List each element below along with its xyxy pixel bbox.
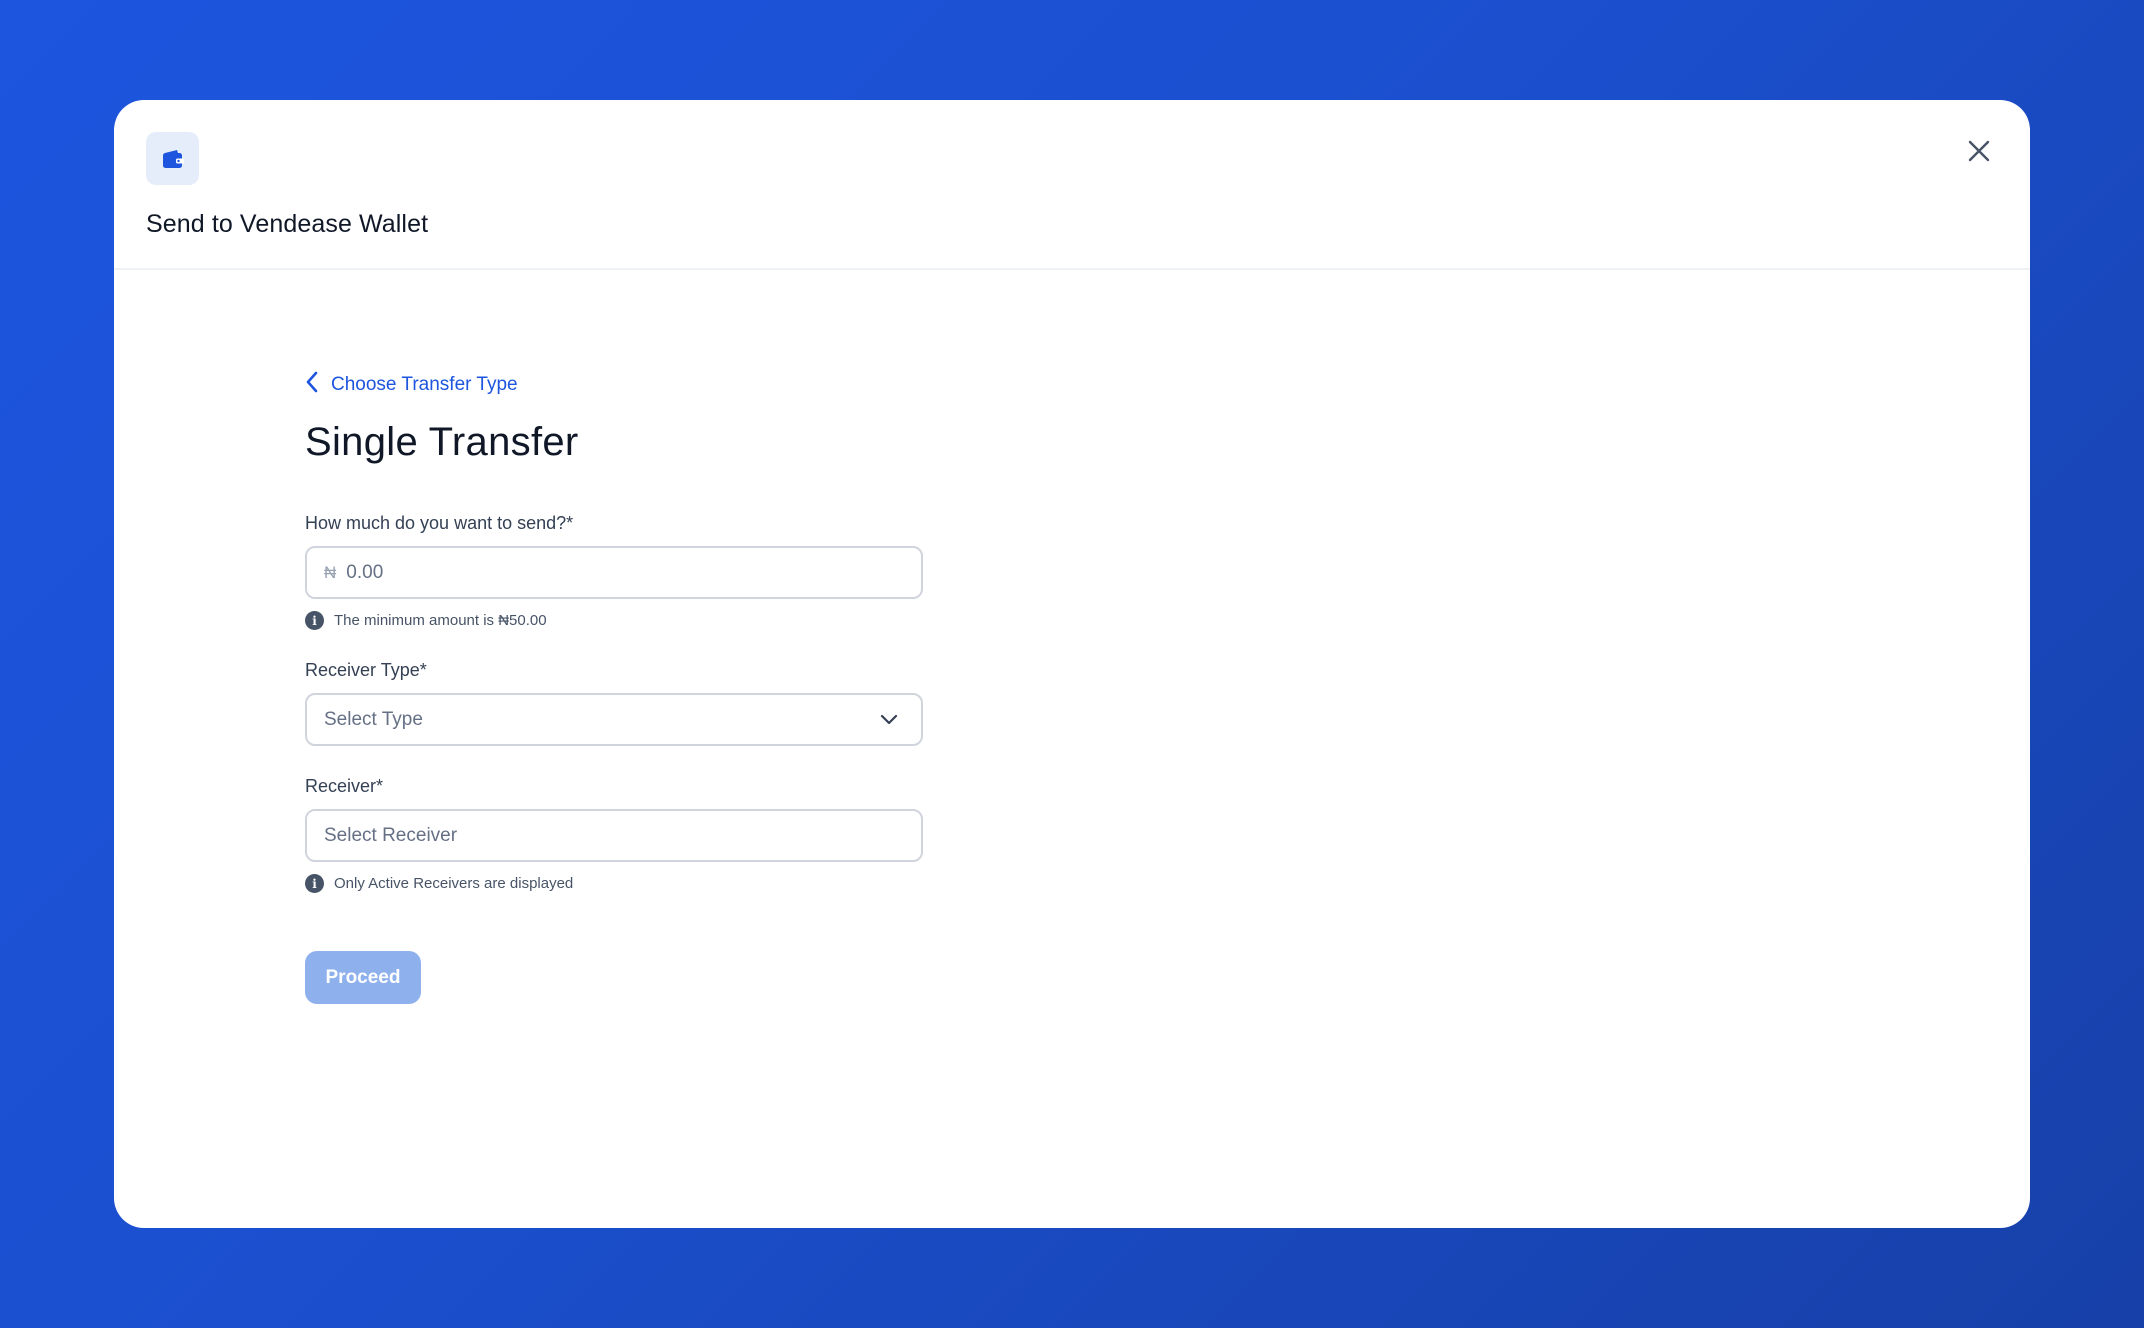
receiver-hint-text: Only Active Receivers are displayed	[334, 875, 574, 892]
send-wallet-modal: Send to Vendease Wallet Choose Transfer …	[114, 100, 2030, 1228]
receiver-field-group: Receiver* Select Receiver i Only Active …	[305, 776, 925, 893]
wallet-icon	[146, 132, 199, 185]
receiver-type-label: Receiver Type*	[305, 660, 427, 680]
currency-symbol: ₦	[324, 562, 337, 582]
amount-input-box[interactable]: ₦	[305, 546, 923, 599]
info-icon: i	[305, 611, 324, 630]
amount-field-group: How much do you want to send?* ₦ i The m…	[305, 513, 925, 630]
receiver-hint: i Only Active Receivers are displayed	[305, 874, 925, 893]
proceed-button[interactable]: Proceed	[305, 951, 421, 1004]
receiver-type-placeholder: Select Type	[324, 708, 423, 730]
chevron-down-icon[interactable]	[879, 710, 899, 730]
amount-hint-text: The minimum amount is ₦50.00	[334, 612, 547, 629]
amount-hint: i The minimum amount is ₦50.00	[305, 611, 925, 630]
close-icon[interactable]	[1962, 134, 1996, 168]
modal-header: Send to Vendease Wallet	[114, 100, 2030, 270]
receiver-type-select[interactable]: Select Type	[305, 693, 923, 746]
amount-input[interactable]	[346, 561, 904, 584]
amount-label: How much do you want to send?*	[305, 513, 574, 533]
back-link-label: Choose Transfer Type	[331, 374, 518, 395]
receiver-placeholder: Select Receiver	[324, 824, 458, 846]
page-title: Single Transfer	[305, 420, 579, 464]
back-to-transfer-type-link[interactable]: Choose Transfer Type	[305, 370, 925, 400]
receiver-type-field-group: Receiver Type* Select Type	[305, 660, 925, 746]
receiver-label: Receiver*	[305, 776, 384, 796]
chevron-left-icon	[305, 371, 319, 399]
info-icon: i	[305, 874, 324, 893]
transfer-form: Choose Transfer Type Single Transfer How…	[305, 370, 925, 1004]
modal-title: Send to Vendease Wallet	[146, 210, 429, 238]
receiver-select[interactable]: Select Receiver	[305, 809, 923, 862]
